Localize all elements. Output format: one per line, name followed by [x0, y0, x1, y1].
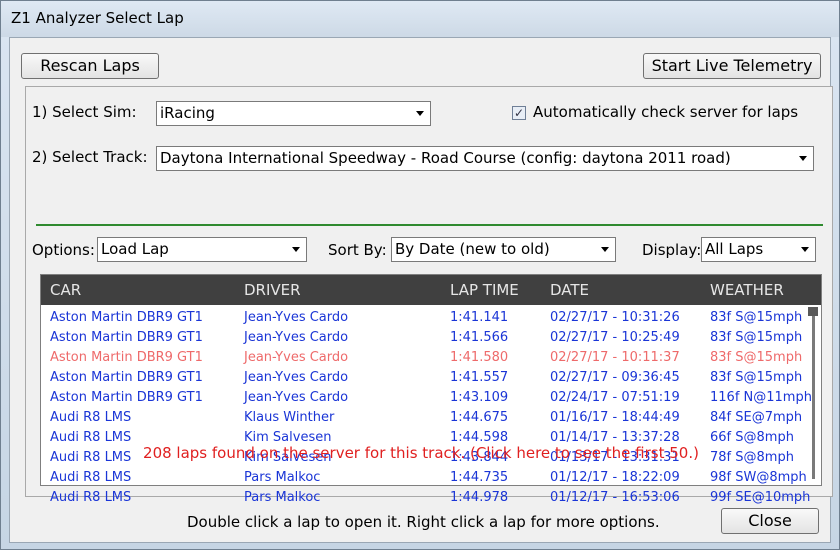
sort-by-label: Sort By:: [328, 241, 387, 259]
cell-date: 02/27/17 - 10:11:37: [550, 350, 680, 365]
lap-selection-panel: 1) Select Sim: iRacing ✓ Automatically c…: [25, 86, 833, 505]
cell-lap-time: 1:41.566: [450, 330, 509, 345]
column-header-weather[interactable]: WEATHER: [710, 281, 784, 299]
cell-driver: Jean-Yves Cardo: [244, 390, 349, 405]
table-body: Aston Martin DBR9 GT1 Jean-Yves Cardo 1:41…: [41, 308, 812, 508]
sim-select-value: iRacing: [160, 104, 215, 122]
cell-car: Aston Martin DBR9 GT1: [50, 370, 203, 385]
usage-hint: Double click a lap to open it. Right cli…: [187, 513, 660, 531]
cell-driver: Jean-Yves Cardo: [244, 350, 349, 365]
cell-lap-time: 1:44.675: [450, 410, 509, 425]
column-header-lap-time[interactable]: LAP TIME: [450, 281, 519, 299]
display-label: Display:: [642, 241, 702, 259]
cell-car: Audi R8 LMS: [50, 430, 132, 445]
cell-weather: 116f N@11mph: [710, 390, 812, 405]
laps-found-link[interactable]: 208 laps found on the server for this tr…: [1, 444, 840, 462]
select-sim-label: 1) Select Sim:: [32, 103, 137, 121]
cell-car: Audi R8 LMS: [50, 470, 132, 485]
start-live-telemetry-button[interactable]: Start Live Telemetry: [643, 53, 821, 79]
sort-by-select[interactable]: By Date (new to old): [391, 237, 616, 262]
sim-select[interactable]: iRacing: [156, 101, 431, 126]
auto-check-checkbox[interactable]: ✓: [512, 106, 526, 120]
title-bar[interactable]: Z1 Analyzer Select Lap: [1, 1, 839, 37]
client-area: Rescan Laps Start Live Telemetry 1) Sele…: [9, 37, 833, 543]
select-track-label: 2) Select Track:: [32, 148, 148, 166]
cell-lap-time: 1:43.109: [450, 390, 509, 405]
checkmark-icon: ✓: [513, 106, 525, 120]
options-select-value: Load Lap: [101, 240, 169, 258]
cell-driver: Jean-Yves Cardo: [244, 370, 349, 385]
table-row[interactable]: Audi R8 LMS Pars Malkoc 1:44.978 01/12/17 -…: [41, 488, 811, 508]
cell-weather: 83f S@15mph: [710, 350, 803, 365]
close-button[interactable]: Close: [721, 508, 819, 534]
cell-car: Aston Martin DBR9 GT1: [50, 390, 203, 405]
options-label: Options:: [32, 241, 95, 259]
cell-date: 02/24/17 - 07:51:19: [550, 390, 680, 405]
table-header: CAR DRIVER LAP TIME DATE WEATHER: [41, 275, 821, 305]
cell-weather: 98f SW@8mph: [710, 470, 807, 485]
section-divider: [36, 224, 823, 226]
cell-driver: Jean-Yves Cardo: [244, 310, 349, 325]
track-select[interactable]: Daytona International Speedway - Road Co…: [156, 146, 814, 171]
chevron-down-icon: [801, 247, 809, 252]
column-header-driver[interactable]: DRIVER: [244, 281, 301, 299]
cell-car: Aston Martin DBR9 GT1: [50, 310, 203, 325]
cell-date: 01/16/17 - 18:44:49: [550, 410, 680, 425]
table-row[interactable]: Aston Martin DBR9 GT1 Jean-Yves Cardo 1:41…: [41, 348, 807, 368]
cell-weather: 83f S@15mph: [710, 310, 803, 325]
cell-lap-time: 1:44.978: [450, 490, 509, 505]
cell-date: 01/14/17 - 13:37:28: [550, 430, 680, 445]
display-select[interactable]: All Laps: [701, 237, 816, 262]
cell-weather: 66f S@8mph: [710, 430, 794, 445]
cell-lap-time: 1:41.141: [450, 310, 509, 325]
cell-driver: Kim Salvesen: [244, 430, 332, 445]
cell-lap-time: 1:44.598: [450, 430, 509, 445]
chevron-down-icon: [292, 247, 300, 252]
cell-driver: Pars Malkoc: [244, 470, 321, 485]
table-row[interactable]: Aston Martin DBR9 GT1 Jean-Yves Cardo 1:41…: [41, 368, 807, 388]
cell-driver: Klaus Winther: [244, 410, 335, 425]
table-row[interactable]: Aston Martin DBR9 GT1 Jean-Yves Cardo 1:41…: [41, 328, 807, 348]
column-header-car[interactable]: CAR: [50, 281, 81, 299]
table-row[interactable]: Audi R8 LMS Pars Malkoc 1:44.735 01/12/17 -…: [41, 468, 807, 488]
table-row[interactable]: Audi R8 LMS Klaus Winther 1:44.675 01/16/17…: [41, 408, 807, 428]
cell-lap-time: 1:41.580: [450, 350, 509, 365]
table-row[interactable]: Aston Martin DBR9 GT1 Jean-Yves Cardo 1:43…: [41, 388, 812, 408]
rescan-laps-button[interactable]: Rescan Laps: [21, 53, 159, 79]
display-select-value: All Laps: [705, 240, 764, 258]
cell-car: Aston Martin DBR9 GT1: [50, 350, 203, 365]
cell-date: 02/27/17 - 10:25:49: [550, 330, 680, 345]
cell-date: 02/27/17 - 10:31:26: [550, 310, 680, 325]
chevron-down-icon: [799, 156, 807, 161]
chevron-down-icon: [601, 247, 609, 252]
cell-car: Audi R8 LMS: [50, 490, 132, 505]
cell-weather: 84f SE@7mph: [710, 410, 803, 425]
cell-date: 02/27/17 - 09:36:45: [550, 370, 680, 385]
cell-driver: Jean-Yves Cardo: [244, 330, 349, 345]
cell-date: 01/12/17 - 16:53:06: [550, 490, 680, 505]
cell-lap-time: 1:44.735: [450, 470, 509, 485]
cell-car: Audi R8 LMS: [50, 410, 132, 425]
column-header-date[interactable]: DATE: [550, 281, 589, 299]
sort-by-select-value: By Date (new to old): [395, 240, 550, 258]
window: Z1 Analyzer Select Lap Rescan Laps Start…: [0, 0, 840, 550]
cell-weather: 83f S@15mph: [710, 370, 803, 385]
cell-date: 01/12/17 - 18:22:09: [550, 470, 680, 485]
table-row[interactable]: Aston Martin DBR9 GT1 Jean-Yves Cardo 1:41…: [41, 308, 807, 328]
options-select[interactable]: Load Lap: [97, 237, 307, 262]
cell-weather: 99f SE@10mph: [710, 490, 811, 505]
cell-driver: Pars Malkoc: [244, 490, 321, 505]
cell-lap-time: 1:41.557: [450, 370, 509, 385]
cell-car: Aston Martin DBR9 GT1: [50, 330, 203, 345]
scrollbar-thumb[interactable]: [808, 307, 818, 316]
window-title: Z1 Analyzer Select Lap: [11, 9, 184, 27]
track-select-value: Daytona International Speedway - Road Co…: [160, 149, 731, 167]
cell-weather: 83f S@15mph: [710, 330, 803, 345]
auto-check-label: Automatically check server for laps: [533, 103, 799, 121]
chevron-down-icon: [416, 111, 424, 116]
